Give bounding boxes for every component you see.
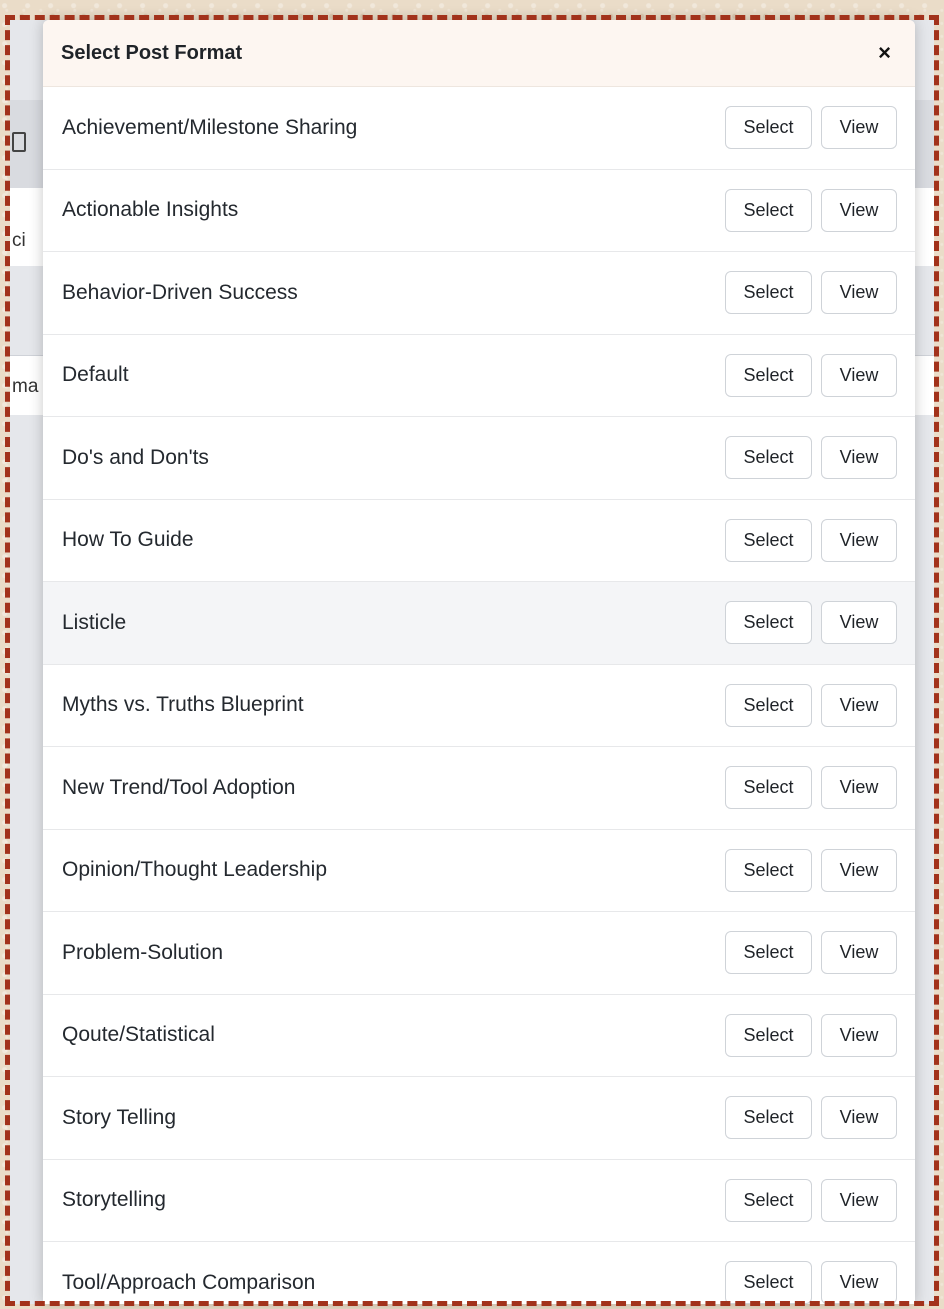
format-label: How To Guide (62, 528, 194, 552)
view-button[interactable]: View (821, 766, 897, 810)
select-button[interactable]: Select (725, 766, 812, 810)
row-actions: Select View (725, 931, 897, 975)
select-button[interactable]: Select (725, 188, 812, 232)
row-actions: Select View (725, 1261, 897, 1304)
list-item: Qoute/Statistical Select View (43, 994, 915, 1077)
row-actions: Select View (725, 518, 897, 562)
format-label: Story Telling (62, 1105, 177, 1129)
row-actions: Select View (725, 106, 897, 150)
select-button[interactable]: Select (725, 1178, 812, 1222)
view-button[interactable]: View (821, 848, 897, 892)
view-button[interactable]: View (821, 436, 897, 480)
row-actions: Select View (725, 848, 897, 892)
list-item: Tool/Approach Comparison Select View (43, 1242, 915, 1304)
row-actions: Select View (725, 1013, 897, 1057)
list-item: Default Select View (43, 334, 915, 417)
view-button[interactable]: View (821, 106, 897, 150)
format-label: Qoute/Statistical (62, 1023, 215, 1047)
background-text-fragment: ma (12, 376, 39, 397)
modal-header: Select Post Format × (43, 20, 915, 87)
select-button[interactable]: Select (725, 436, 812, 480)
format-label: Listicle (62, 610, 127, 634)
modal-title: Select Post Format (61, 41, 243, 64)
select-button[interactable]: Select (725, 1096, 812, 1140)
view-button[interactable]: View (821, 1013, 897, 1057)
select-button[interactable]: Select (725, 518, 812, 562)
list-item: Storytelling Select View (43, 1159, 915, 1242)
format-label: Storytelling (62, 1188, 166, 1212)
select-button[interactable]: Select (725, 848, 812, 892)
select-button[interactable]: Select (725, 1013, 812, 1057)
format-label: Default (62, 363, 129, 387)
row-actions: Select View (725, 1096, 897, 1140)
row-actions: Select View (725, 766, 897, 810)
format-list: Achievement/Milestone Sharing Select View A… (43, 87, 915, 1304)
select-post-format-modal: Select Post Format × Achievement/Milesto… (43, 20, 915, 1304)
select-button[interactable]: Select (725, 931, 812, 975)
view-button[interactable]: View (821, 271, 897, 315)
select-button[interactable]: Select (725, 271, 812, 315)
row-actions: Select View (725, 601, 897, 645)
row-actions: Select View (725, 353, 897, 397)
format-label: Behavior-Driven Success (62, 280, 298, 304)
format-label: Opinion/Thought Leadership (62, 858, 328, 882)
row-actions: Select View (725, 188, 897, 232)
view-button[interactable]: View (821, 683, 897, 727)
list-item: How To Guide Select View (43, 499, 915, 582)
view-button[interactable]: View (821, 931, 897, 975)
list-item: Opinion/Thought Leadership Select View (43, 829, 915, 912)
row-actions: Select View (725, 271, 897, 315)
list-item: New Trend/Tool Adoption Select View (43, 747, 915, 830)
list-item: Achievement/Milestone Sharing Select View (43, 87, 915, 170)
list-item: Listicle Select View (43, 582, 915, 665)
list-item: Myths vs. Truths Blueprint Select View (43, 664, 915, 747)
row-actions: Select View (725, 436, 897, 480)
view-button[interactable]: View (821, 1261, 897, 1304)
format-label: Do's and Don'ts (62, 445, 209, 469)
format-label: New Trend/Tool Adoption (62, 775, 296, 799)
view-button[interactable]: View (821, 601, 897, 645)
format-label: Achievement/Milestone Sharing (62, 115, 358, 139)
view-button[interactable]: View (821, 188, 897, 232)
list-item: Do's and Don'ts Select View (43, 417, 915, 500)
view-button[interactable]: View (821, 518, 897, 562)
view-button[interactable]: View (821, 353, 897, 397)
format-label: Myths vs. Truths Blueprint (62, 693, 304, 717)
select-button[interactable]: Select (725, 353, 812, 397)
format-label: Problem-Solution (62, 940, 224, 964)
background-checkbox-icon (12, 132, 26, 152)
row-actions: Select View (725, 683, 897, 727)
close-icon[interactable]: × (878, 42, 891, 64)
select-button[interactable]: Select (725, 1261, 812, 1304)
select-button[interactable]: Select (725, 683, 812, 727)
format-label: Actionable Insights (62, 198, 239, 222)
list-item: Actionable Insights Select View (43, 169, 915, 252)
background-text-fragment: ci (12, 230, 26, 251)
row-actions: Select View (725, 1178, 897, 1222)
select-button[interactable]: Select (725, 106, 812, 150)
format-label: Tool/Approach Comparison (62, 1270, 316, 1294)
select-button[interactable]: Select (725, 601, 812, 645)
view-button[interactable]: View (821, 1096, 897, 1140)
list-item: Story Telling Select View (43, 1077, 915, 1160)
list-item: Behavior-Driven Success Select View (43, 252, 915, 335)
list-item: Problem-Solution Select View (43, 912, 915, 995)
view-button[interactable]: View (821, 1178, 897, 1222)
